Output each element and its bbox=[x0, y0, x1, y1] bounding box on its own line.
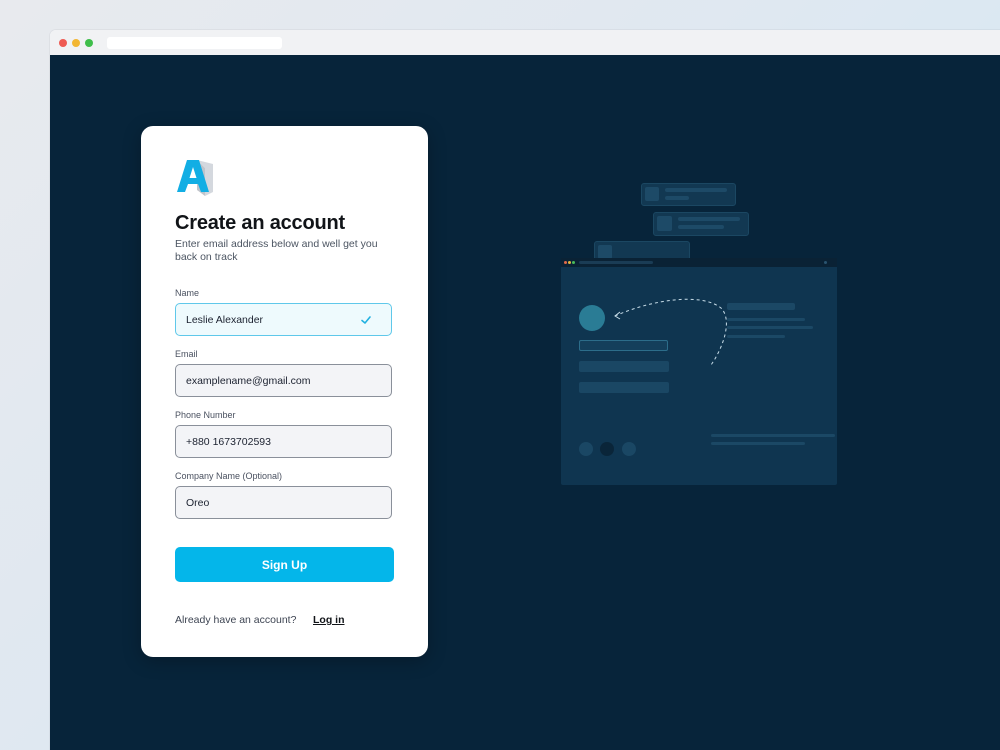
page-title: Create an account bbox=[175, 212, 345, 234]
phone-field[interactable] bbox=[175, 425, 392, 458]
sign-up-button[interactable]: Sign Up bbox=[175, 547, 394, 582]
dashed-arrow bbox=[614, 298, 727, 366]
floating-card bbox=[653, 212, 749, 236]
email-field[interactable] bbox=[175, 364, 392, 397]
login-link[interactable]: Log in bbox=[313, 614, 345, 626]
floating-card-line bbox=[665, 196, 689, 200]
page-viewport: Create an account Enter email address be… bbox=[50, 55, 1000, 750]
company-label: Company Name (Optional) bbox=[175, 471, 283, 481]
minimize-window-dot[interactable] bbox=[72, 39, 80, 47]
floating-card-avatar bbox=[657, 216, 672, 231]
floating-card bbox=[641, 183, 736, 206]
maximize-window-dot[interactable] bbox=[85, 39, 93, 47]
company-field[interactable] bbox=[175, 486, 392, 519]
phone-label: Phone Number bbox=[175, 410, 236, 420]
have-account-text: Already have an account? bbox=[175, 614, 297, 626]
email-label: Email bbox=[175, 349, 198, 359]
logo-icon bbox=[177, 160, 213, 196]
signup-card: Create an account Enter email address be… bbox=[141, 126, 428, 657]
browser-window: Create an account Enter email address be… bbox=[50, 30, 1000, 750]
name-label: Name bbox=[175, 288, 200, 298]
browser-title-bar bbox=[50, 30, 1000, 56]
checkmark-icon bbox=[361, 316, 371, 324]
mockup-window bbox=[561, 258, 837, 485]
close-window-dot[interactable] bbox=[59, 39, 67, 47]
floating-card-line bbox=[678, 225, 724, 229]
floating-card-line bbox=[678, 217, 740, 221]
address-bar[interactable] bbox=[107, 37, 282, 49]
page-subtitle: Enter email address below and well get y… bbox=[175, 238, 378, 263]
floating-card-line bbox=[665, 188, 727, 192]
floating-card-avatar bbox=[598, 245, 612, 259]
floating-card-avatar bbox=[645, 187, 659, 201]
